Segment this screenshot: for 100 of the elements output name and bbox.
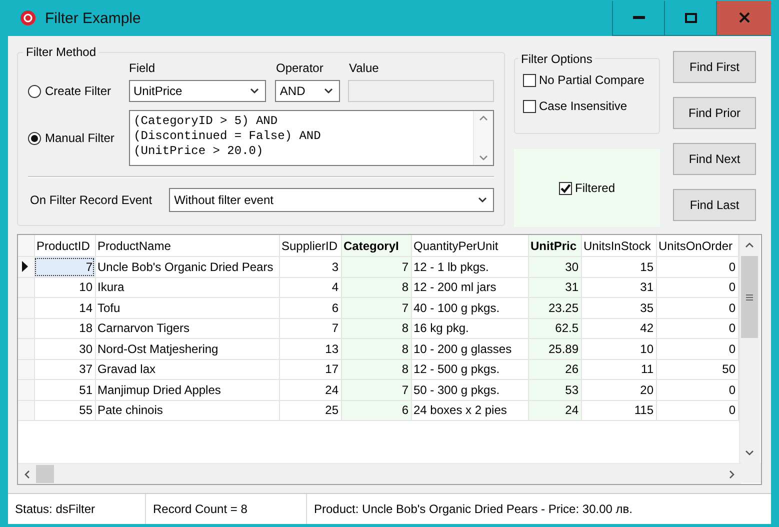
find-button[interactable]: Find Next — [673, 143, 756, 175]
close-button[interactable] — [716, 0, 771, 36]
table-cell: 24 — [528, 400, 581, 420]
table-cell: 0 — [656, 380, 738, 400]
table-cell: 0 — [656, 318, 738, 338]
filter-text-area[interactable]: (CategoryID > 5) AND (Discontinued = False) AND (UnitPrice > 20.0) — [128, 110, 494, 166]
table-cell: 8 — [341, 359, 411, 380]
scroll-left-icon[interactable] — [24, 470, 30, 478]
column-header[interactable]: UnitPric — [528, 235, 581, 256]
table-cell: 51 — [34, 380, 95, 400]
table-cell: 8 — [341, 318, 411, 338]
table-cell: 10 - 200 g glasses — [411, 338, 528, 359]
table-cell: 30 — [34, 338, 95, 359]
table-cell: 23.25 — [528, 298, 581, 318]
scroll-down-icon[interactable] — [479, 155, 488, 161]
maximize-button[interactable] — [664, 0, 716, 36]
table-cell: 7 — [341, 256, 411, 277]
table-cell: 0 — [656, 277, 738, 298]
group-title: Filter Method — [23, 45, 100, 59]
table-cell: 8 — [341, 277, 411, 298]
table-cell: 6 — [341, 400, 411, 420]
table-cell: 55 — [34, 400, 95, 420]
table-cell: 50 - 300 g pkgs. — [411, 380, 528, 400]
table-cell: 115 — [581, 400, 656, 420]
app-icon — [20, 10, 36, 26]
table-cell: 53 — [528, 380, 581, 400]
table-cell: 12 - 200 ml jars — [411, 277, 528, 298]
table-cell: 31 — [528, 277, 581, 298]
table-cell: 11 — [581, 359, 656, 380]
find-button[interactable]: Find Last — [673, 189, 756, 221]
table-cell: 62.5 — [528, 318, 581, 338]
row-indicator[interactable] — [18, 256, 34, 277]
table-cell: 7 — [341, 298, 411, 318]
column-header[interactable]: ProductID — [34, 235, 95, 256]
value-field[interactable] — [348, 80, 494, 102]
table-cell: 15 — [581, 256, 656, 277]
table-cell: Manjimup Dried Apples — [95, 380, 279, 400]
event-label: On Filter Record Event — [29, 193, 154, 207]
table-cell: 0 — [656, 400, 738, 420]
chevron-down-icon — [478, 197, 487, 203]
column-header[interactable]: CategoryI — [341, 235, 411, 256]
checkbox-label: No Partial Compare — [539, 73, 644, 87]
status-text: Record Count = 8 — [153, 502, 248, 516]
table-cell: 40 - 100 g pkgs. — [411, 298, 528, 318]
column-header[interactable]: UnitsOnOrder — [656, 235, 738, 256]
event-dropdown[interactable]: Without filter event — [169, 188, 494, 212]
radio-label: Create Filter — [45, 84, 112, 98]
table-cell: 24 — [279, 380, 341, 400]
scroll-thumb[interactable] — [36, 465, 54, 483]
table-cell: 4 — [279, 277, 341, 298]
find-button[interactable]: Find Prior — [673, 97, 756, 129]
table-cell: 25.89 — [528, 338, 581, 359]
vertical-scrollbar[interactable] — [738, 235, 760, 463]
table-cell: 50 — [656, 359, 738, 380]
table-cell: 42 — [581, 318, 656, 338]
scroll-down-icon[interactable] — [745, 450, 754, 456]
radio-button[interactable] — [28, 84, 41, 98]
checkbox[interactable] — [523, 100, 536, 112]
window-title: Filter Example — [45, 10, 142, 26]
table-cell: Uncle Bob's Organic Dried Pears — [95, 256, 279, 277]
maximize-icon — [684, 12, 696, 22]
find-button[interactable]: Find First — [673, 51, 756, 83]
value-label: Value — [349, 61, 379, 75]
column-header[interactable]: UnitsInStock — [581, 235, 656, 256]
column-header[interactable]: QuantityPerUnit — [411, 235, 528, 256]
scroll-up-icon[interactable] — [479, 115, 488, 121]
table-cell: Nord-Ost Matjeshering — [95, 338, 279, 359]
field-label: Field — [129, 61, 156, 75]
column-header[interactable]: SupplierID — [279, 235, 341, 256]
column-header[interactable]: ProductName — [95, 235, 279, 256]
table-cell: 0 — [656, 256, 738, 277]
table-cell: 18 — [34, 318, 95, 338]
table-cell: Gravad lax — [95, 359, 279, 380]
grip-icon — [746, 294, 753, 300]
operator-dropdown[interactable]: AND — [274, 80, 340, 102]
field-dropdown[interactable]: UnitPrice — [128, 80, 266, 102]
checkbox[interactable] — [558, 182, 572, 194]
table-cell: Tofu — [95, 298, 279, 318]
scroll-up-icon[interactable] — [745, 242, 754, 248]
table-cell: 13 — [279, 338, 341, 359]
radio-button[interactable] — [28, 132, 41, 144]
horizontal-scrollbar[interactable] — [18, 463, 741, 484]
table-cell: 26 — [528, 359, 581, 380]
table-cell: 10 — [581, 338, 656, 359]
table-cell: 7 — [279, 318, 341, 338]
table-cell: 10 — [34, 277, 95, 298]
scroll-right-icon[interactable] — [729, 470, 735, 478]
table-cell: 12 - 1 lb pkgs. — [411, 256, 528, 277]
table-cell: Pate chinois — [95, 400, 279, 420]
checkbox[interactable] — [523, 74, 536, 86]
table-cell: 20 — [581, 380, 656, 400]
row-pointer-icon — [22, 261, 28, 272]
table-cell: 25 — [279, 400, 341, 420]
table-cell: 17 — [279, 359, 341, 380]
table-cell: 12 - 500 g pkgs. — [411, 359, 528, 380]
table-cell: 7 — [341, 380, 411, 400]
group-title: Filter Options — [518, 52, 596, 66]
checkbox-label: Case Insensitive — [539, 99, 628, 113]
table-cell: 0 — [656, 338, 738, 359]
radio-label: Manual Filter — [45, 131, 114, 145]
